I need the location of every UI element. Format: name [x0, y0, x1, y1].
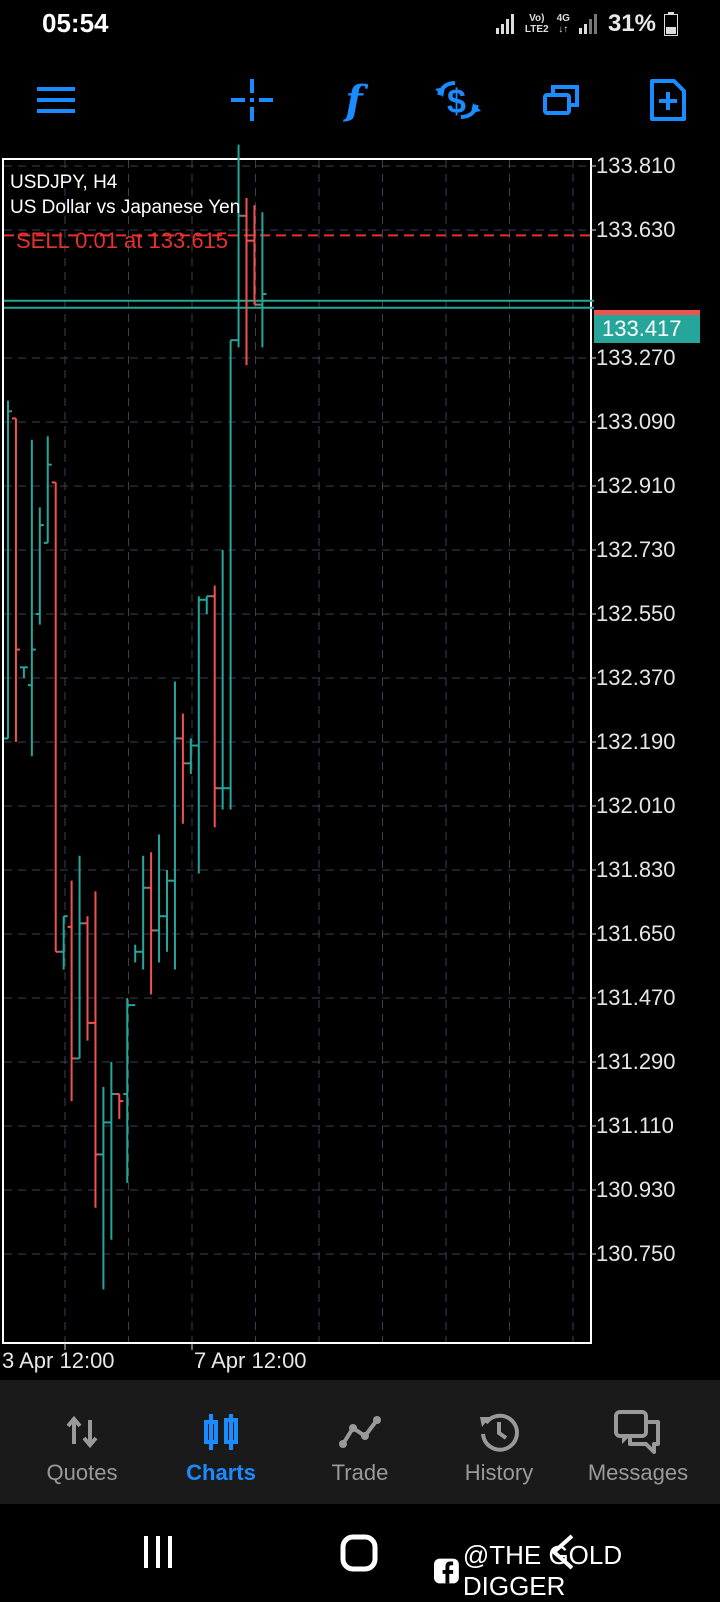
ohlc-bar	[258, 212, 267, 348]
ohlc-bar	[107, 1061, 116, 1240]
nav-quotes-label: Quotes	[46, 1460, 118, 1485]
history-icon	[480, 1413, 519, 1452]
price-axis-label: 133.090	[596, 408, 676, 434]
ohlc-bar	[115, 1092, 124, 1119]
nav-quotes[interactable]: Quotes	[12, 1380, 152, 1504]
recents-button[interactable]	[140, 1534, 176, 1570]
home-icon	[340, 1534, 378, 1572]
price-axis-label: 131.830	[596, 856, 676, 882]
nav-trade-label: Trade	[331, 1460, 389, 1485]
ohlc-bar	[178, 713, 187, 824]
ohlc-bar	[75, 855, 84, 1060]
price-axis-label: 131.290	[596, 1048, 676, 1074]
home-button[interactable]	[340, 1534, 380, 1574]
price-axis-label: 132.370	[596, 664, 676, 690]
symbol-timeframe: USDJPY, H4	[10, 172, 118, 193]
price-axis-label: 132.730	[596, 536, 676, 562]
watermark-text: @THE GOLD DIGGER	[462, 1540, 623, 1601]
ohlc-bar	[186, 738, 195, 774]
symbol-description: US Dollar vs Japanese Yen	[10, 197, 241, 218]
nav-messages-label: Messages	[587, 1460, 689, 1485]
current-price-tag: 133.417	[594, 315, 700, 343]
ohlc-bar	[218, 549, 227, 810]
ohlc-bar	[67, 880, 76, 1102]
ohlc-bar	[11, 417, 20, 742]
order-label[interactable]: SELL 0.01 at 133.615	[16, 228, 228, 254]
ohlc-bar	[210, 585, 219, 828]
ohlc-bar	[250, 205, 259, 306]
recents-icon	[144, 1536, 172, 1568]
ohlc-bar	[123, 997, 132, 1183]
ohlc-bar	[147, 852, 156, 995]
price-axis-label: 133.630	[596, 216, 676, 242]
ohlc-bar	[51, 481, 60, 953]
price-axis-label: 131.470	[596, 984, 676, 1010]
ohlc-bar	[59, 915, 68, 970]
price-axis-label: 132.190	[596, 728, 676, 754]
price-axis-label: 132.010	[596, 792, 676, 818]
ohlc-bar	[91, 891, 100, 1208]
nav-history-label: History	[464, 1460, 534, 1485]
charts-icon	[204, 1414, 238, 1450]
ohlc-bar	[202, 595, 211, 614]
ohlc-bar	[155, 834, 164, 963]
time-label-1: 3 Apr 12:00	[2, 1348, 115, 1373]
nav-messages[interactable]: Messages	[568, 1380, 708, 1504]
ohlc-bar	[99, 1086, 108, 1290]
time-label-2: 7 Apr 12:00	[194, 1348, 307, 1373]
bottom-navigation: Quotes Charts Trade History Messages	[0, 1380, 720, 1504]
price-axis-label: 133.810	[596, 152, 676, 178]
price-axis-label: 132.910	[596, 472, 676, 498]
price-axis-label: 131.650	[596, 920, 676, 946]
ohlc-bar	[226, 339, 235, 810]
price-axis-label: 133.270	[596, 344, 676, 370]
ohlc-bar	[4, 400, 12, 740]
ohlc-bar	[131, 944, 140, 1007]
price-axis-label: 132.550	[596, 600, 676, 626]
chart-header: USDJPY, H4 US Dollar vs Japanese Yen	[10, 170, 240, 220]
ohlc-bar	[19, 666, 28, 678]
nav-trade[interactable]: Trade	[290, 1380, 430, 1504]
nav-history[interactable]: History	[429, 1380, 569, 1504]
ohlc-bar	[194, 596, 203, 874]
ohlc-bar	[242, 197, 251, 366]
quotes-icon	[66, 1415, 98, 1449]
ohlc-bar	[27, 439, 36, 757]
ohlc-bar	[163, 869, 171, 952]
ohlc-bar	[139, 855, 148, 970]
price-axis-label: 130.750	[596, 1241, 676, 1266]
ohlc-bar	[83, 916, 92, 1041]
messages-icon	[614, 1410, 660, 1454]
ohlc-bar	[35, 507, 44, 625]
watermark: @THE GOLD DIGGER	[434, 1540, 720, 1602]
ohlc-bar	[43, 436, 52, 544]
price-axis-label: 130.930	[596, 1176, 676, 1202]
price-axis-label: 131.110	[596, 1112, 674, 1138]
nav-charts[interactable]: Charts	[151, 1380, 291, 1504]
ohlc-bar	[170, 681, 179, 970]
facebook-icon	[434, 1558, 459, 1584]
trade-icon	[339, 1416, 381, 1448]
nav-charts-label: Charts	[186, 1460, 256, 1485]
